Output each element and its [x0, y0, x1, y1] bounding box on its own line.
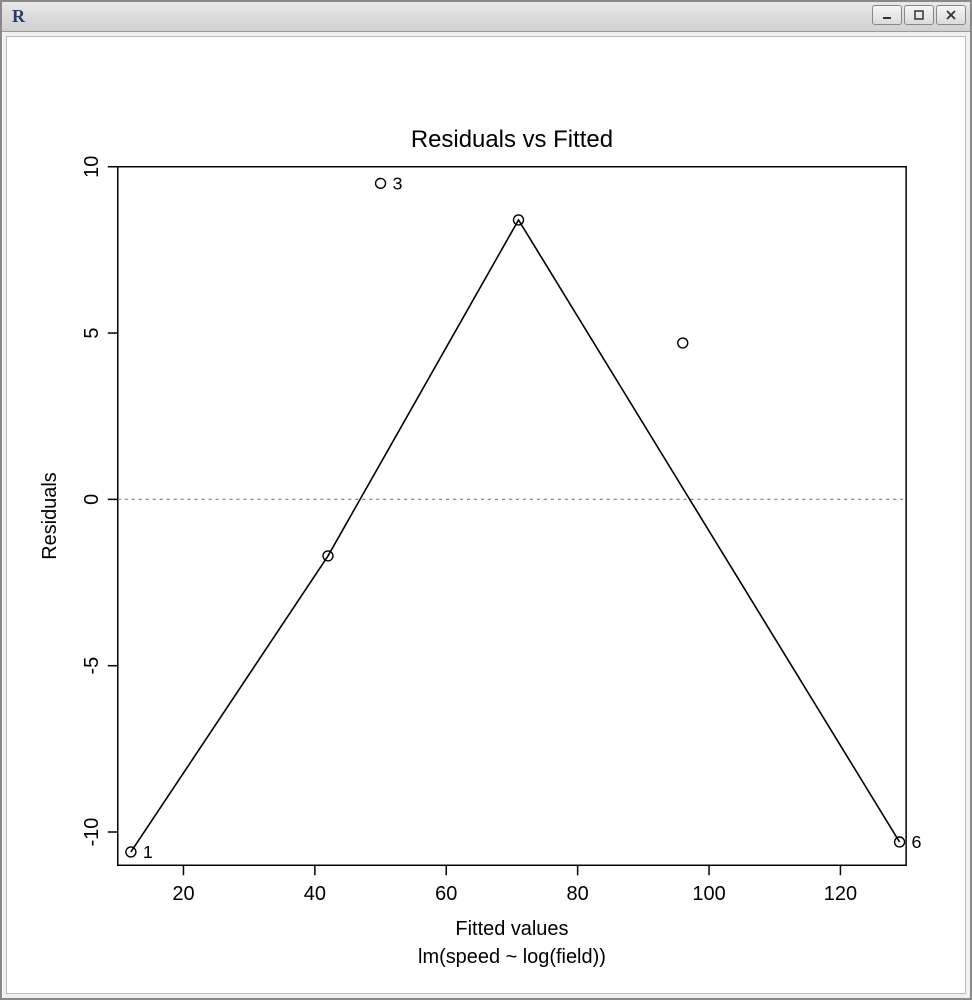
chart-title: Residuals vs Fitted [411, 126, 613, 153]
app-icon: R [6, 6, 25, 27]
x-tick-label: 40 [304, 883, 326, 905]
x-tick-label: 20 [172, 883, 194, 905]
app-window: R Residuals vs Fitted20406080100120-10-5… [0, 0, 972, 1000]
x-axis-label: Fitted values [455, 918, 568, 940]
y-tick-label: 5 [81, 328, 103, 339]
close-icon [945, 10, 957, 20]
y-tick-label: 10 [81, 156, 103, 178]
maximize-button[interactable] [904, 5, 934, 25]
plot-device: Residuals vs Fitted 20 40 60 80 100 120 -10 -5 0 5… [6, 36, 966, 994]
point-label: 1 [143, 842, 153, 862]
maximize-icon [913, 10, 925, 20]
x-tick-label: 100 [692, 883, 725, 905]
minimize-button[interactable] [872, 5, 902, 25]
x-tick-label: 80 [567, 883, 589, 905]
chart-container: Residuals vs Fitted 20 40 60 80 100 120 -10 -5 0 5… [7, 37, 965, 993]
data-point [376, 178, 386, 188]
titlebar[interactable]: R [2, 2, 970, 32]
data-point [678, 338, 688, 348]
close-button[interactable] [936, 5, 966, 25]
y-tick-label: -5 [81, 657, 103, 675]
point-label: 6 [912, 832, 922, 852]
data-point [126, 847, 136, 857]
y-tick-label: 0 [81, 494, 103, 505]
window-controls [872, 5, 966, 25]
y-axis-label: Residuals [39, 472, 61, 560]
x-tick-label: 60 [435, 883, 457, 905]
residuals-vs-fitted-chart: Residuals vs Fitted 20 40 60 80 100 120 -10 -5 0 5… [7, 37, 965, 993]
plot-border [118, 167, 906, 866]
minimize-icon [881, 10, 893, 20]
lowess-line [131, 220, 900, 852]
x-tick-label: 120 [824, 883, 857, 905]
point-label: 3 [393, 173, 403, 193]
sub-caption: lm(speed ~ log(field)) [418, 946, 606, 968]
y-tick-label: -10 [81, 818, 103, 847]
